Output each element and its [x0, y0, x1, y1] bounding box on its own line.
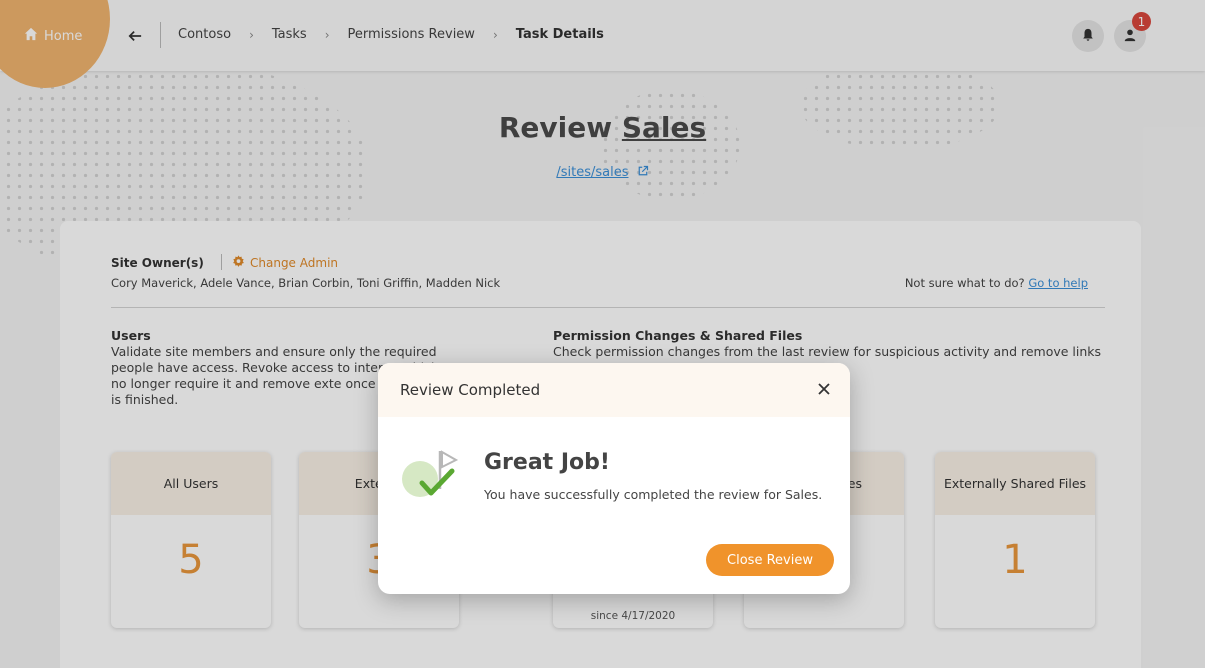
dialog-message: You have successfully completed the revi… — [484, 487, 823, 502]
dialog-header: Review Completed — [378, 363, 850, 417]
close-icon — [818, 380, 830, 399]
flag-checkmark-icon — [400, 447, 460, 507]
close-button[interactable] — [818, 380, 836, 398]
dialog-title: Review Completed — [400, 381, 541, 399]
review-completed-dialog: Review Completed Great Job! You have suc… — [378, 363, 850, 594]
close-review-button[interactable]: Close Review — [706, 544, 834, 576]
dialog-heading: Great Job! — [484, 450, 610, 475]
